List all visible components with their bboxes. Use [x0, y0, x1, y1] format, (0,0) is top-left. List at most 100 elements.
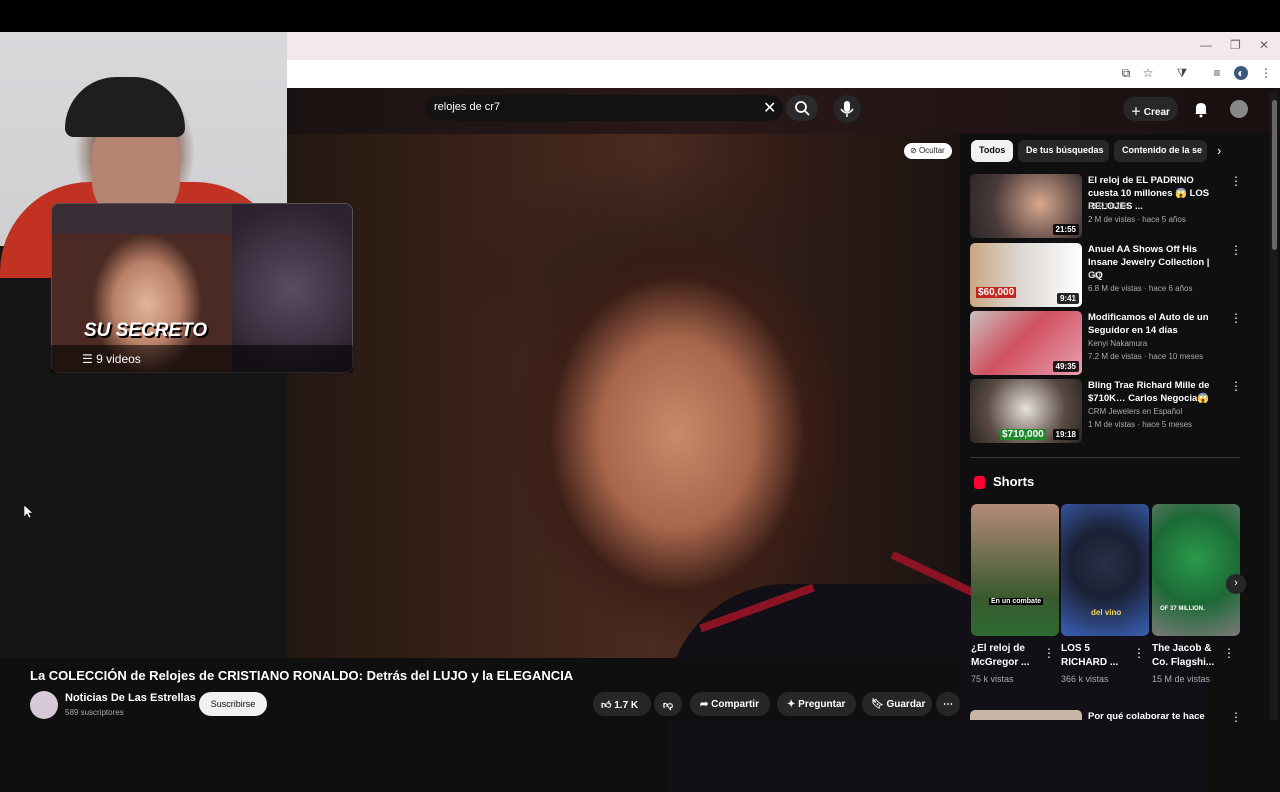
recommendation-title: Anuel AA Shows Off His Insane Jewelry Co… [1088, 244, 1210, 281]
channel-avatar[interactable] [30, 691, 58, 719]
search-button[interactable] [786, 95, 818, 121]
more-actions-button[interactable]: ⋯ [936, 692, 960, 716]
subscriber-count: 589 suscriptores [65, 708, 124, 717]
recommendation-channel: GQ [1088, 271, 1101, 280]
shorts-next-button[interactable]: › [1226, 574, 1246, 594]
recommendation-meta: 7.2 M de vistas · hace 10 meses [1088, 352, 1204, 361]
save-label: Guardar [886, 699, 926, 710]
dislike-button[interactable]: 👎︎ [654, 692, 682, 716]
video-title: La COLECCIÓN de Relojes de CRISTIANO RON… [30, 668, 574, 683]
video-player[interactable] [287, 134, 1207, 792]
browser-tab-strip [287, 32, 1280, 60]
video-duration: 49:35 [1052, 361, 1079, 372]
microphone-icon [840, 101, 854, 117]
subscribe-button[interactable]: Suscribirse [199, 692, 267, 716]
bookmark-icon: 🔖︎ [871, 699, 887, 710]
shorts-heading: Shorts [993, 474, 1035, 489]
chevron-right-icon[interactable]: › [1217, 143, 1221, 158]
recommendation-title[interactable]: Por qué colaborar te hace [1088, 711, 1205, 722]
ask-label: Preguntar [798, 699, 846, 710]
playlist-count: ☰ 9 videos [82, 352, 141, 366]
thumbnail-price: $710,000 [1000, 429, 1046, 440]
recommendation-thumbnail: 21:55 [970, 174, 1082, 238]
chip-from-searches[interactable]: De tus búsquedas [1018, 140, 1109, 162]
playlist-overlay-text: SU SECRETO [84, 320, 208, 341]
profile-icon[interactable]: ◐ [1234, 66, 1248, 80]
search-query[interactable]: relojes de cr7 [434, 101, 500, 113]
more-vert-icon[interactable]: ⋮ [1230, 710, 1242, 724]
hide-button[interactable]: ⊘ Ocultar [904, 143, 952, 159]
recommendation-item[interactable]: 49:35 Modificamos el Auto de un Seguidor… [970, 311, 1242, 375]
hide-label: Ocultar [918, 146, 945, 155]
more-vert-icon[interactable]: ⋮ [1230, 174, 1242, 188]
voice-search-button[interactable] [833, 95, 861, 123]
short-thumbnail[interactable]: OF 37 MILLION. [1152, 504, 1240, 636]
recommendation-channel: BERTH-OH [1088, 202, 1130, 211]
more-vert-icon[interactable]: ⋮ [1230, 243, 1242, 257]
channel-name[interactable]: Noticias De Las Estrellas [65, 692, 196, 704]
video-duration: 9:41 [1056, 293, 1079, 304]
like-count: 1.7 K [614, 700, 639, 711]
eye-off-icon: ⊘ [910, 146, 919, 155]
os-top-bar [0, 0, 1280, 32]
short-views: 15 M de vistas [1152, 674, 1211, 684]
short-title[interactable]: ¿El reloj de McGregor ... [971, 642, 1041, 670]
section-divider [970, 457, 1240, 458]
minimize-icon[interactable]: — [1200, 38, 1212, 52]
more-vert-icon[interactable]: ⋮ [1230, 379, 1242, 393]
recommendation-item[interactable]: 21:55 El reloj de EL PADRINO cuesta 10 m… [970, 174, 1242, 238]
account-avatar[interactable] [1230, 100, 1248, 118]
recommendation-thumbnail: $710,000 19:18 [970, 379, 1082, 443]
more-horizontal-icon: ⋯ [943, 699, 953, 710]
playlist-count-label: 9 videos [96, 352, 141, 366]
playlist-icon: ☰ [82, 352, 97, 366]
recommendation-thumbnail[interactable] [970, 710, 1082, 720]
create-button[interactable]: ＋ Crear [1123, 97, 1178, 121]
more-vert-icon[interactable]: ⋮ [1043, 646, 1055, 660]
short-thumbnail[interactable]: del vino [1061, 504, 1149, 636]
save-button[interactable]: 🔖︎ Guardar [862, 692, 932, 716]
like-button[interactable]: 👍︎ 1.7 K [593, 692, 651, 716]
short-title[interactable]: The Jacob & Co. Flagshi... [1152, 642, 1222, 670]
restore-icon[interactable]: ❐ [1230, 38, 1241, 52]
clear-search-icon[interactable]: ✕ [763, 98, 776, 118]
short-caption: En un combate [989, 598, 1044, 605]
recommendation-meta: 6.8 M de vistas · hace 6 años [1088, 284, 1193, 293]
create-label: Crear [1143, 107, 1170, 118]
thumbs-down-icon: 👎︎ [662, 700, 674, 711]
mouse-cursor-icon [24, 505, 34, 519]
notifications-bell-icon[interactable] [1192, 100, 1210, 118]
chip-related[interactable]: Contenido de la se [1114, 140, 1207, 162]
more-vert-icon[interactable]: ⋮ [1223, 646, 1235, 660]
share-icon: ➦ [700, 699, 712, 710]
short-views: 366 k vistas [1061, 674, 1109, 684]
short-thumbnail[interactable]: En un combate [971, 504, 1059, 636]
sparkle-icon: ✦ [787, 699, 799, 710]
share-button[interactable]: ➦ Compartir [690, 692, 770, 716]
ask-button[interactable]: ✦ Preguntar [777, 692, 856, 716]
more-vert-icon[interactable]: ⋮ [1230, 311, 1242, 325]
recommendation-meta: 1 M de vistas · hace 5 meses [1088, 420, 1193, 429]
recommendation-channel: Kenyi Nakamura [1088, 339, 1148, 348]
install-app-icon[interactable]: ⧉ [1119, 66, 1133, 80]
recommendation-title: Bling Trae Richard Mille de $710K… Carlo… [1088, 380, 1210, 404]
scrollbar-thumb[interactable] [1272, 100, 1277, 250]
more-vert-icon[interactable]: ⋮ [1133, 646, 1145, 660]
video-duration: 21:55 [1052, 224, 1079, 235]
extensions-icon[interactable]: ⧩ [1175, 66, 1189, 80]
short-title[interactable]: LOS 5 RICHARD ... [1061, 642, 1131, 670]
media-control-icon[interactable]: ≡ [1210, 66, 1224, 80]
chip-all[interactable]: Todos [971, 140, 1013, 162]
thumbnail-price: $60,000 [976, 287, 1017, 298]
chevron-right-icon: › [1234, 577, 1238, 589]
recommendation-thumbnail: $60,000 9:41 [970, 243, 1082, 307]
close-window-icon[interactable]: ✕ [1259, 38, 1269, 52]
browser-menu-icon[interactable]: ⋮ [1259, 66, 1273, 80]
recommendation-item[interactable]: $60,000 9:41 Anuel AA Shows Off His Insa… [970, 243, 1242, 307]
recommendation-item[interactable]: $710,000 19:18 Bling Trae Richard Mille … [970, 379, 1242, 443]
search-icon [795, 101, 810, 116]
video-duration: 19:18 [1052, 429, 1079, 440]
bookmark-star-icon[interactable]: ☆ [1141, 66, 1155, 80]
recommendation-meta: 2 M de vistas · hace 5 años [1088, 215, 1186, 224]
recommendation-title: Modificamos el Auto de un Seguidor en 14… [1088, 312, 1209, 336]
